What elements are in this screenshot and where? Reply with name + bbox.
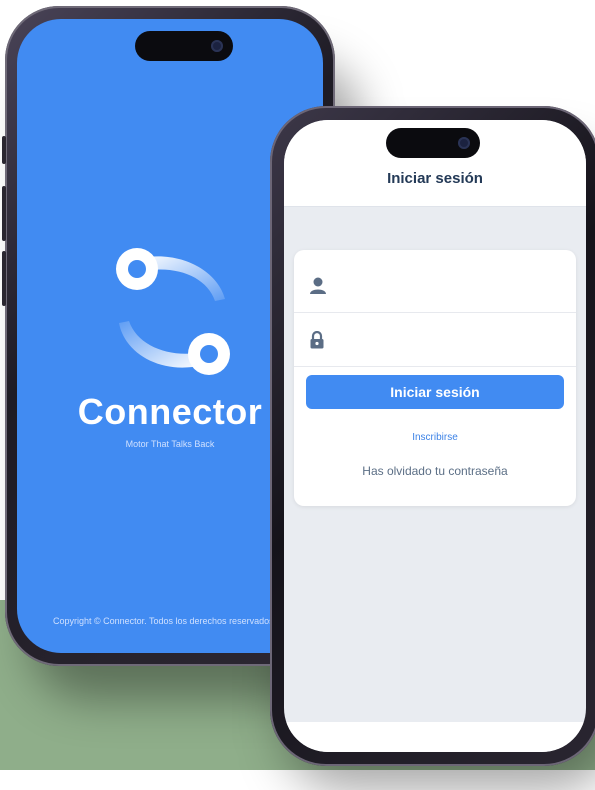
dynamic-island	[386, 128, 480, 158]
side-button	[2, 251, 6, 306]
camera-icon	[211, 40, 223, 52]
side-button	[2, 186, 6, 241]
username-input[interactable]	[336, 270, 566, 304]
bottom-bar	[284, 722, 586, 752]
forgot-password-link[interactable]: Has olvidado tu contraseña	[294, 464, 576, 478]
copyright-text: Copyright © Connector. Todos los derecho…	[53, 616, 274, 626]
lock-icon	[310, 330, 324, 354]
user-icon	[310, 277, 326, 300]
app-header: Iniciar sesión	[284, 120, 586, 207]
login-card: Iniciar sesión Inscribirse Has olvidado …	[294, 250, 576, 506]
password-field[interactable]	[294, 314, 576, 367]
signup-link[interactable]: Inscribirse	[294, 432, 576, 443]
login-screen: Iniciar sesión Iniciar sesión Inscribirs…	[284, 120, 586, 752]
page-title: Iniciar sesión	[387, 170, 483, 187]
password-input[interactable]	[336, 324, 566, 358]
side-button	[2, 136, 6, 164]
login-phone: Iniciar sesión Iniciar sesión Inscribirs…	[270, 106, 595, 766]
username-field[interactable]	[294, 260, 576, 313]
connector-logo-icon	[116, 248, 230, 375]
camera-icon	[458, 137, 470, 149]
dynamic-island	[135, 31, 233, 61]
login-button[interactable]: Iniciar sesión	[306, 375, 564, 409]
